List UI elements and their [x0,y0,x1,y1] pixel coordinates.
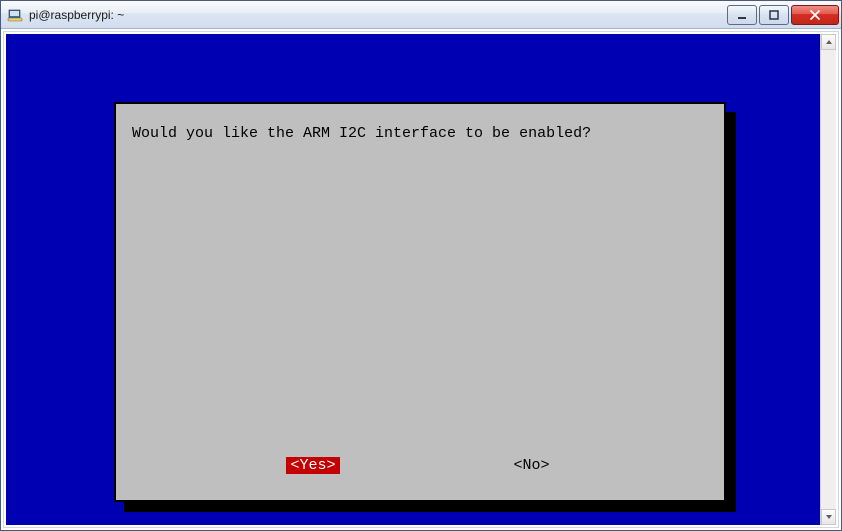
yes-button[interactable]: <Yes> [286,457,339,474]
app-window: pi@raspberrypi: ~ Would you like the ARM… [0,0,842,531]
vertical-scrollbar[interactable] [820,34,836,525]
dialog-message: Would you like the ARM I2C interface to … [126,116,714,152]
scroll-track[interactable] [821,50,836,509]
close-button[interactable] [791,5,839,25]
no-button[interactable]: <No> [510,457,554,474]
minimize-button[interactable] [727,5,757,25]
window-title: pi@raspberrypi: ~ [29,8,725,22]
scroll-up-button[interactable] [821,34,836,50]
dialog-buttons: <Yes> <No> [126,457,714,474]
putty-icon [7,7,23,23]
client-area: Would you like the ARM I2C interface to … [3,31,839,528]
scroll-down-button[interactable] [821,509,836,525]
terminal[interactable]: Would you like the ARM I2C interface to … [6,34,820,525]
maximize-button[interactable] [759,5,789,25]
window-buttons [725,5,839,25]
titlebar[interactable]: pi@raspberrypi: ~ [1,1,841,29]
confirm-dialog: Would you like the ARM I2C interface to … [114,102,726,502]
dialog-body: Would you like the ARM I2C interface to … [126,116,714,488]
